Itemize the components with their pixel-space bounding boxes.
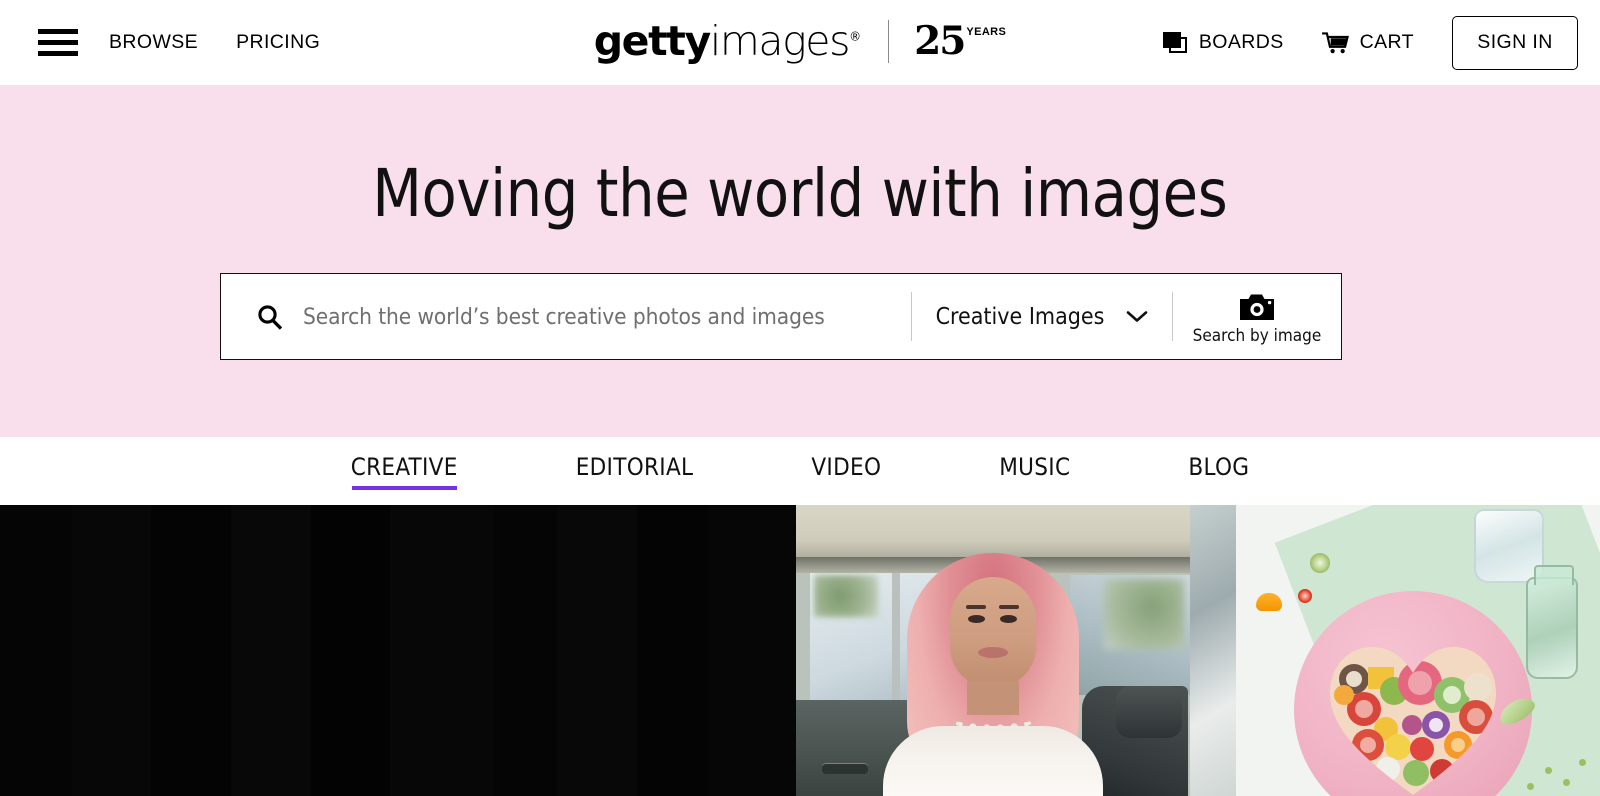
cart-label: CART [1359,31,1414,53]
window-foliage-left [814,575,878,617]
anniversary-label: YEARS [966,25,1007,38]
bride-wedding-dress [883,726,1103,796]
window-foliage-right [1104,579,1184,649]
featured-gallery-strip [0,505,1600,796]
logo-divider [888,20,890,63]
search-icon [258,304,283,330]
site-header: BROWSE PRICING gettyimages® 25 YEARS BOA… [0,0,1600,85]
car-headrest [1116,686,1182,738]
vegetable-heart-arrangement [1330,647,1496,795]
header-left-group: BROWSE PRICING [38,29,320,56]
boards-icon-front-square [1162,32,1181,48]
getty-images-homepage: BROWSE PRICING gettyimages® 25 YEARS BOA… [0,0,1600,796]
nav-browse-link[interactable]: BROWSE [109,31,198,54]
green-pea-2 [1563,779,1570,786]
boards-label: BOARDS [1198,31,1284,53]
hamburger-bar-2 [38,40,78,45]
search-by-image-button[interactable]: Search by image [1173,274,1341,359]
hero-section: Moving the world with images Creative Im… [0,85,1600,437]
hamburger-bar-1 [38,29,78,34]
green-pea-4 [1579,759,1586,766]
search-category-dropdown[interactable]: Creative Images [912,274,1172,359]
cart-button[interactable]: CART [1321,31,1414,54]
hamburger-icon[interactable] [38,29,78,56]
search-category-label: Creative Images [935,303,1105,330]
anniversary-badge: 25 YEARS [914,17,1007,64]
green-pea-1 [1545,767,1552,774]
car-door-handle [822,763,868,774]
registered-trademark-icon: ® [849,29,862,44]
category-tabbar: CREATIVE EDITORIAL VIDEO MUSIC BLOG [0,437,1600,505]
gallery-tile-dark-placeholder[interactable] [0,505,796,796]
tab-video[interactable]: VIDEO [811,453,881,490]
sign-in-button[interactable]: SIGN IN [1452,15,1578,70]
search-by-image-label: Search by image [1192,326,1322,346]
car-window-pillar [892,573,900,703]
getty-images-logo[interactable]: gettyimages® 25 YEARS [594,20,1007,63]
boards-button[interactable]: BOARDS [1162,31,1284,54]
green-glass-bottle [1526,565,1578,679]
gallery-tile-bride-in-car[interactable] [796,505,1190,796]
bride-eyebrow-right [999,605,1019,609]
gallery-tile-healthy-food[interactable] [1190,505,1600,796]
camera-icon [1240,294,1274,320]
orange-segment [1256,593,1282,611]
logo-brand-light: images [709,17,851,65]
tab-blog[interactable]: BLOG [1188,453,1249,490]
bride-eye-right [1000,615,1017,623]
tab-music[interactable]: MUSIC [999,453,1070,490]
cucumber-slice [1310,553,1330,573]
cart-icon [1321,31,1349,53]
tab-editorial[interactable]: EDITORIAL [576,453,694,490]
green-pea-3 [1527,783,1534,790]
bride-lips [978,647,1008,658]
tab-creative[interactable]: CREATIVE [351,453,458,490]
bride-face [950,577,1036,687]
search-field[interactable] [221,274,911,359]
page-title: Moving the world with images [372,155,1228,232]
chili-slice [1298,589,1312,603]
boards-icon [1162,32,1187,53]
hamburger-bar-3 [38,51,78,56]
bride-eye-left [968,615,985,623]
chevron-down-icon [1127,311,1148,322]
search-bar: Creative Images Search by image [220,273,1342,360]
bride-necklace [951,707,1035,731]
bride-eyebrow-left [966,605,986,609]
search-input[interactable] [303,303,911,330]
nav-pricing-link[interactable]: PRICING [236,31,320,54]
logo-brand-bold: getty [593,17,711,65]
header-right-group: BOARDS CART SIGN IN [1162,15,1578,70]
logo-wordmark: gettyimages® [594,21,861,62]
anniversary-number: 25 [914,17,966,64]
left-edge-background [1190,505,1236,796]
